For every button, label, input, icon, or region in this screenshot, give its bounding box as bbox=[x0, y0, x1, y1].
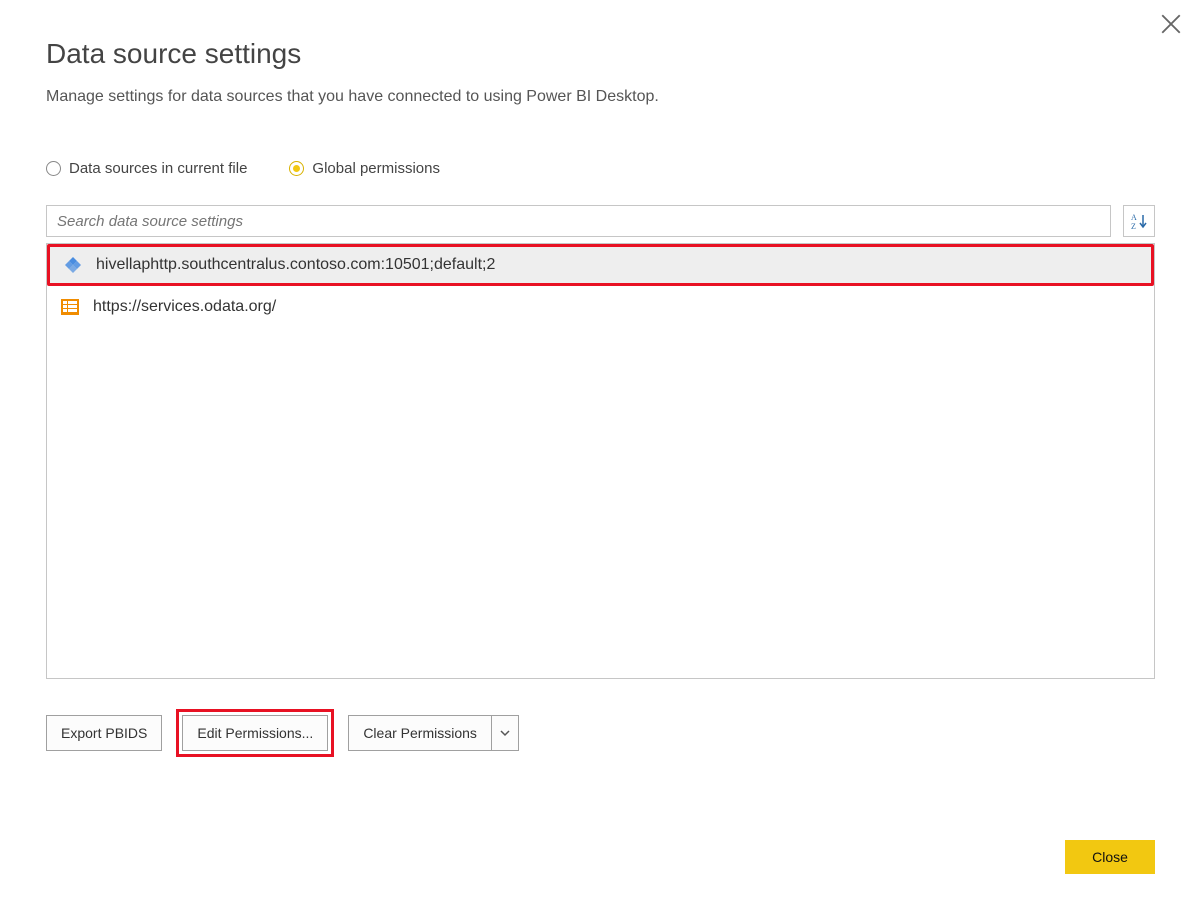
data-source-label: hivellaphttp.southcentralus.contoso.com:… bbox=[96, 256, 495, 274]
radio-current-file[interactable]: Data sources in current file bbox=[46, 160, 247, 177]
search-row: A Z bbox=[46, 205, 1155, 237]
odata-icon bbox=[59, 296, 81, 318]
chevron-down-icon bbox=[500, 728, 510, 738]
hive-icon bbox=[62, 254, 84, 276]
sort-az-icon: A Z bbox=[1130, 212, 1148, 230]
radio-global-permissions[interactable]: Global permissions bbox=[289, 160, 440, 177]
data-source-settings-dialog: Data source settings Manage settings for… bbox=[0, 0, 1201, 904]
radio-current-file-label: Data sources in current file bbox=[69, 160, 247, 177]
sort-az-button[interactable]: A Z bbox=[1123, 205, 1155, 237]
close-icon[interactable] bbox=[1161, 14, 1181, 34]
action-row: Export PBIDS Edit Permissions... Clear P… bbox=[46, 709, 1155, 757]
svg-text:A: A bbox=[1131, 213, 1137, 222]
edit-permissions-label: Edit Permissions... bbox=[197, 725, 313, 741]
clear-permissions-label: Clear Permissions bbox=[363, 725, 477, 741]
clear-permissions-dropdown[interactable] bbox=[491, 715, 519, 751]
close-button-label: Close bbox=[1092, 849, 1128, 865]
edit-permissions-button[interactable]: Edit Permissions... bbox=[182, 715, 328, 751]
clear-permissions-button[interactable]: Clear Permissions bbox=[348, 715, 491, 751]
data-source-item[interactable]: https://services.odata.org/ bbox=[47, 286, 1154, 328]
radio-global-label: Global permissions bbox=[312, 160, 440, 177]
data-source-item[interactable]: hivellaphttp.southcentralus.contoso.com:… bbox=[47, 244, 1154, 286]
data-source-label: https://services.odata.org/ bbox=[93, 298, 276, 316]
data-source-list[interactable]: hivellaphttp.southcentralus.contoso.com:… bbox=[46, 243, 1155, 679]
svg-text:Z: Z bbox=[1131, 222, 1136, 230]
export-pbids-label: Export PBIDS bbox=[61, 725, 147, 741]
close-button[interactable]: Close bbox=[1065, 840, 1155, 874]
page-subtitle: Manage settings for data sources that yo… bbox=[46, 88, 1155, 106]
page-title: Data source settings bbox=[46, 38, 1155, 70]
search-input[interactable] bbox=[46, 205, 1111, 237]
clear-permissions-split-button: Clear Permissions bbox=[348, 715, 519, 751]
edit-permissions-highlight: Edit Permissions... bbox=[176, 709, 334, 757]
dialog-footer: Close bbox=[1065, 840, 1155, 874]
scope-radio-group: Data sources in current file Global perm… bbox=[46, 160, 1155, 177]
export-pbids-button[interactable]: Export PBIDS bbox=[46, 715, 162, 751]
